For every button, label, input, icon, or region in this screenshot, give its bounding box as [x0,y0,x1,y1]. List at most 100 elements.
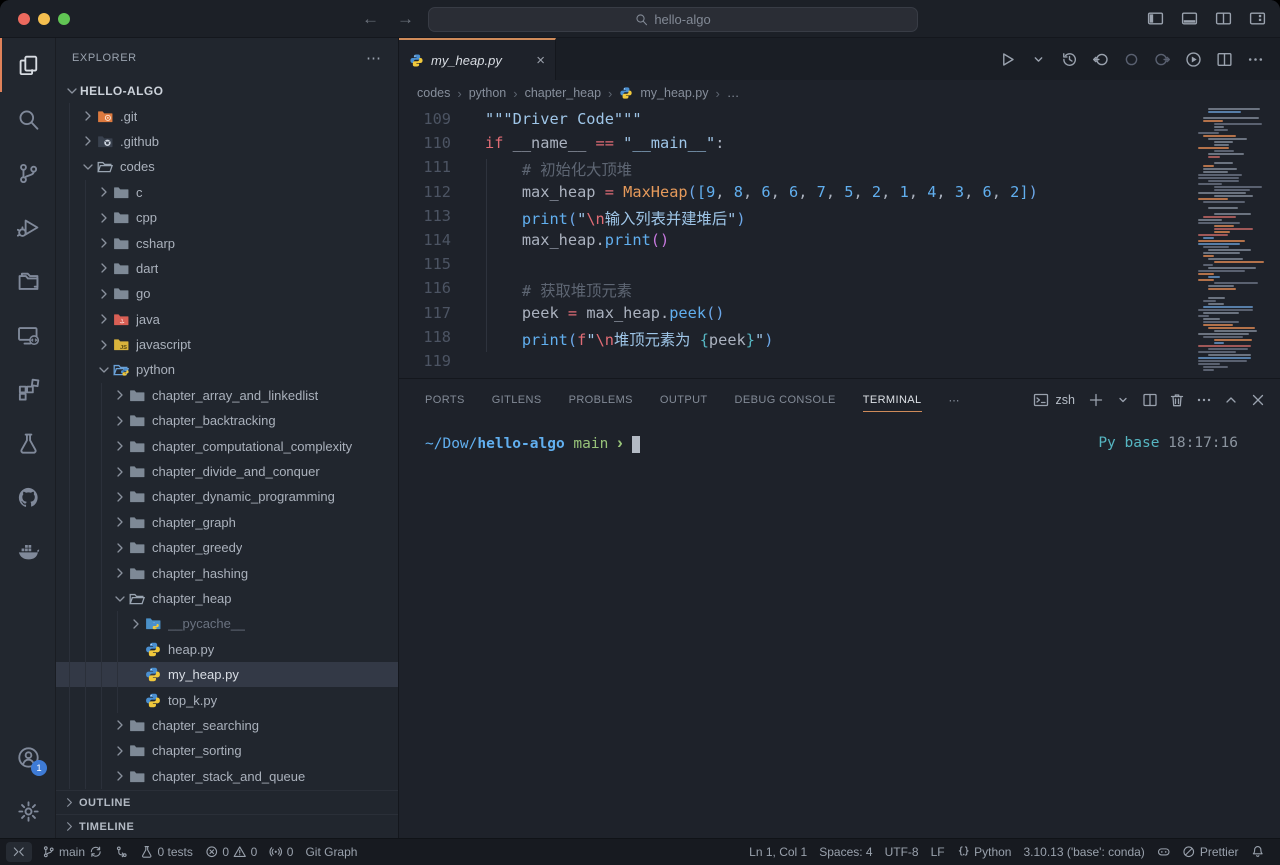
status-indentation[interactable]: Spaces: 4 [813,839,878,865]
tree-item-chapter_dynamic_programming[interactable]: chapter_dynamic_programming [56,484,398,509]
shell-selector[interactable]: zsh [1033,392,1077,408]
status-notifications[interactable] [1245,839,1271,865]
tree-item-hello-algo[interactable]: HELLO-ALGO [56,78,398,103]
panel-tab-problems[interactable]: PROBLEMS [569,389,633,412]
tree-item-chapter_computational_complexity[interactable]: chapter_computational_complexity [56,433,398,458]
tree-item-heappy[interactable]: heap.py [56,637,398,662]
tree-item-__pycache__[interactable]: __pycache__ [56,611,398,636]
tree-item-chapter_heap[interactable]: chapter_heap [56,586,398,611]
tree-item-java[interactable]: java [56,307,398,332]
panel-tab-ports[interactable]: PORTS [425,389,465,412]
activity-github[interactable] [0,470,55,524]
traffic-light-zoom[interactable] [58,13,70,25]
breadcrumb-item[interactable]: my_heap.py [640,86,708,100]
traffic-light-close[interactable] [18,13,30,25]
status-git-branch[interactable]: main [36,839,109,865]
tree-item-top_kpy[interactable]: top_k.py [56,687,398,712]
breadcrumb-item[interactable]: codes [417,86,450,100]
layout-custom-icon[interactable] [1249,10,1266,27]
activity-source-control[interactable] [0,146,55,200]
tree-item-chapter_divide_and_conquer[interactable]: chapter_divide_and_conquer [56,459,398,484]
tree-item-chapter_backtracking[interactable]: chapter_backtracking [56,408,398,433]
status-remote[interactable] [6,842,32,862]
tree-item-python[interactable]: python [56,357,398,382]
layout-sidebar-icon[interactable] [1147,10,1164,27]
breadcrumb-item[interactable]: … [727,86,740,100]
tab-close-icon[interactable]: × [536,52,545,69]
breadcrumb-item[interactable]: python [469,86,507,100]
tree-item-c[interactable]: c [56,180,398,205]
tree-item-chapter_searching[interactable]: chapter_searching [56,713,398,738]
tree-item-chapter_greedy[interactable]: chapter_greedy [56,535,398,560]
status-prettier[interactable]: Prettier [1176,839,1244,865]
run-dropdown-icon[interactable] [1030,51,1047,68]
status-tests[interactable]: 0 tests [134,839,199,865]
terminal-dropdown[interactable] [1115,392,1131,408]
outline-section[interactable]: OUTLINE [56,790,398,814]
terminal[interactable]: ~/Dow/hello-algo main › Py base 18:17:16 [399,421,1280,838]
tree-item-github[interactable]: .github [56,129,398,154]
explorer-more-actions[interactable]: ⋯ [366,49,382,67]
status-encoding[interactable]: UTF-8 [879,839,925,865]
run-cell-icon[interactable] [1123,51,1140,68]
status-feedback[interactable]: 0 [263,839,299,865]
tree-item-codes[interactable]: codes [56,154,398,179]
command-center-search[interactable]: hello-algo [428,7,918,32]
layout-panel-icon[interactable] [1181,10,1198,27]
breadcrumb-item[interactable]: chapter_heap [525,86,601,100]
more-actions[interactable] [1196,392,1212,408]
code-editor[interactable]: 109"""Driver Code"""110if __name__ == "_… [399,106,1280,378]
tree-item-chapter_stack_and_queue[interactable]: chapter_stack_and_queue [56,764,398,789]
activity-settings[interactable] [0,784,55,838]
status-gitlens[interactable] [109,839,135,865]
minimap[interactable] [1198,108,1270,372]
tree-item-chapter_hashing[interactable]: chapter_hashing [56,560,398,585]
run-interactive-icon[interactable] [1185,51,1202,68]
new-terminal[interactable] [1088,392,1104,408]
tree-item-csharp[interactable]: csharp [56,230,398,255]
tree-item-cpp[interactable]: cpp [56,205,398,230]
activity-testing[interactable] [0,416,55,470]
traffic-light-minimize[interactable] [38,13,50,25]
panel-tab-terminal[interactable]: TERMINAL [863,389,922,412]
activity-extensions[interactable] [0,362,55,416]
nav-back-icon[interactable]: ← [362,9,379,29]
panel-tab-output[interactable]: OUTPUT [660,389,708,412]
status-cursor-position[interactable]: Ln 1, Col 1 [743,839,813,865]
split-terminal[interactable] [1142,392,1158,408]
panel-tab-debug-console[interactable]: DEBUG CONSOLE [735,389,836,412]
split-editor-icon[interactable] [1216,51,1233,68]
panel-tab-⋯[interactable]: ⋯ [949,389,960,412]
tree-item-chapter_sorting[interactable]: chapter_sorting [56,738,398,763]
timeline-history-icon[interactable] [1061,51,1078,68]
activity-docker[interactable] [0,524,55,578]
layout-split-icon[interactable] [1215,10,1232,27]
status-language-mode[interactable]: Python [951,839,1018,865]
tree-item-dart[interactable]: dart [56,256,398,281]
tree-item-go[interactable]: go [56,281,398,306]
activity-remote-explorer[interactable] [0,308,55,362]
more-actions-icon[interactable] [1247,51,1264,68]
maximize-panel[interactable] [1223,392,1239,408]
tree-item-git[interactable]: .git [56,103,398,128]
panel-tab-gitlens[interactable]: GITLENS [492,389,542,412]
nav-forward-icon[interactable]: → [397,9,414,29]
activity-explorer[interactable] [0,38,55,92]
activity-run-debug[interactable] [0,200,55,254]
run-above-icon[interactable] [1092,51,1109,68]
run-below-icon[interactable] [1154,51,1171,68]
activity-folder-library[interactable] [0,254,55,308]
tab-my-heap[interactable]: my_heap.py × [399,38,556,80]
run-icon[interactable] [999,51,1016,68]
activity-accounts[interactable]: 1 [0,730,55,784]
status-git-graph[interactable]: Git Graph [299,839,363,865]
tree-item-my_heappy[interactable]: my_heap.py [56,662,398,687]
status-copilot[interactable] [1151,839,1177,865]
status-python-interpreter[interactable]: 3.10.13 ('base': conda) [1017,839,1150,865]
status-problems[interactable]: 00 [199,839,263,865]
status-eol[interactable]: LF [925,839,951,865]
activity-search[interactable] [0,92,55,146]
tree-item-javascript[interactable]: JSjavascript [56,332,398,357]
tree-item-chapter_graph[interactable]: chapter_graph [56,510,398,535]
kill-terminal[interactable] [1169,392,1185,408]
